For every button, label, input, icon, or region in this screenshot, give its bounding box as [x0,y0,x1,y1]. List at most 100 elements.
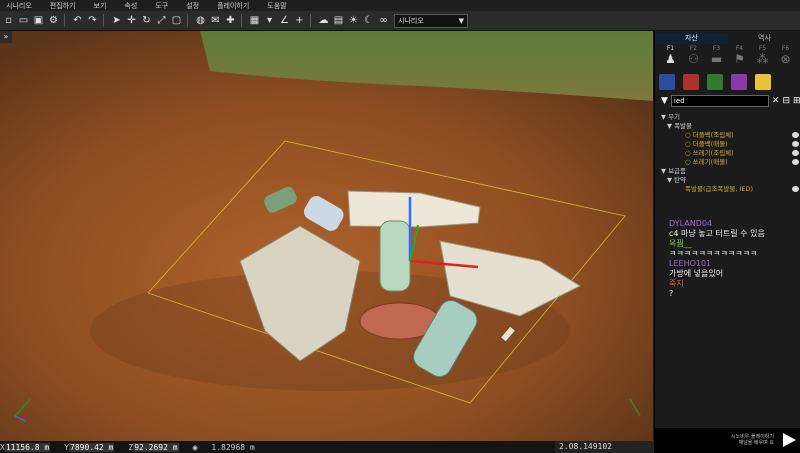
collapse-all-icon[interactable]: ⊟ [782,96,790,106]
toolbar-divider [187,14,188,27]
visibility-eye-icon[interactable] [792,159,799,165]
tree-item[interactable]: ○ 쓰레기(매몰) [655,158,800,167]
terrain-icon[interactable]: ▤ [332,14,345,27]
visibility-eye-icon[interactable] [792,150,799,156]
tree-item-label: ▼ 폭발물 [667,122,693,130]
fkey-label: F2 [689,45,698,52]
brand-banner: 시노비우 플레이하기 채널을 배우며 요 [654,428,800,453]
scene-render [0,31,653,441]
collapse-panel-button[interactable]: » [0,31,12,43]
snap-dropdown-icon[interactable]: ▾ [263,14,276,27]
chevron-down-icon: ▼ [458,16,464,25]
category-f5[interactable]: F5 ⁂ [751,45,774,69]
clear-search-icon[interactable]: ✕ [772,96,780,106]
asset-search-input[interactable] [670,95,769,107]
chat-username: 죽지 [669,279,684,288]
tree-item[interactable]: ○ 더플백(매몰) [655,140,800,149]
visibility-eye-icon[interactable] [792,132,799,138]
expand-all-icon[interactable]: ⊞ [793,96,800,106]
tree-item-label: ○ 더플백(매몰) [685,140,728,148]
play-icon[interactable] [783,433,796,447]
tree-item[interactable]: ▼ 탄약 [655,176,800,185]
tree-item-label: ▼ 무기 [661,113,681,121]
tree-item-label: 폭발물(급조폭발물, IED) [685,185,754,193]
globe-icon[interactable]: ◍ [194,14,207,27]
undo-icon[interactable]: ↶ [71,14,84,27]
side-green-swatch[interactable] [707,73,723,90]
scenario-dropdown[interactable]: 시나리오 ▼ [394,13,468,28]
panel-tabs: 자산 역사 [655,33,800,44]
menu-edit[interactable]: 편집하기 [50,1,76,11]
menu-play[interactable]: 플레이하기 [217,1,249,11]
visibility-eye-icon[interactable] [792,186,799,192]
visibility-eye-icon[interactable] [792,141,799,147]
move-icon[interactable]: ✛ [125,14,138,27]
scene-viewport[interactable] [0,31,653,441]
select-icon[interactable]: ➤ [110,14,123,27]
menu-scenario[interactable]: 시나리오 [6,1,32,11]
tab-assets[interactable]: 자산 [655,33,728,44]
angle-icon[interactable]: ∠ [278,14,291,27]
plus-icon[interactable]: + [293,14,306,27]
chat-username: 옥꿤__ [669,239,692,248]
toolbar-divider [310,14,311,27]
tree-item[interactable]: ○ 쓰레기(조립체) [655,149,800,158]
toolbar-divider [241,14,242,27]
scale-icon[interactable]: ⤢ [155,14,168,27]
fkey-label: F1 [666,45,675,52]
distance-readout: 1.82968 m [211,442,255,452]
chat-message: c4 마냥 놓고 터트릴 수 있음 [669,229,765,238]
menu-help[interactable]: 도움말 [267,1,286,11]
side-red-swatch[interactable] [683,73,699,90]
rotate-icon[interactable]: ↻ [140,14,153,27]
open-folder-icon[interactable]: ▭ [17,14,30,27]
scenario-dropdown-value: 시나리오 [398,16,424,25]
tab-history[interactable]: 역사 [728,33,800,44]
category-f2[interactable]: F2 ⚇ [682,45,705,69]
chat-overlay: DYLAND04 c4 마냥 놓고 터트릴 수 있음 옥꿤__ ㅋㅋㅋㅋㅋㅋㅋㅋㅋㅋㅋ… [669,219,799,299]
distance-eye-icon: ◉ [192,442,198,452]
settings-icon[interactable]: ⚙ [47,14,60,27]
category-f4[interactable]: F4 ⚑ [728,45,751,69]
side-purple-swatch[interactable] [731,73,747,90]
menu-settings[interactable]: 설정 [186,1,199,11]
side-blue-swatch[interactable] [659,73,675,90]
tree-item[interactable]: ▼ 무기 [655,113,800,122]
sun-icon[interactable]: ☀ [347,14,360,27]
weather-icon[interactable]: ☁ [317,14,330,27]
category-buttons: F1 ♟ F2 ⚇ F3 ▬ F4 ⚑ F5 ⁂ F6 ⊗ [659,45,799,69]
menu-view[interactable]: 보기 [94,1,107,11]
crosshair-icon[interactable]: ✚ [224,14,237,27]
fkey-label: F4 [735,45,744,52]
save-icon[interactable]: ▣ [32,14,45,27]
y-coordinate: Y7890.42 m [64,442,115,452]
new-file-icon[interactable]: ▫ [2,14,15,27]
toolbar-divider [103,14,104,27]
grid-icon[interactable]: ▦ [248,14,261,27]
category-f3[interactable]: F3 ▬ [705,45,728,69]
brand-text: 시노비우 플레이하기 채널을 배우며 요 [731,434,774,446]
menu-tools[interactable]: 도구 [155,1,168,11]
chat-message: 가방에 넣을있어 [669,269,724,278]
chat-username: DYLAND04 [669,219,713,228]
bounding-box-icon[interactable]: ▢ [170,14,183,27]
chat-username: LEEHO101 [669,259,712,268]
fkey-label: F3 [712,45,721,52]
menu-properties[interactable]: 속성 [124,1,137,11]
filter-dropdown-icon[interactable]: ▼ [661,96,668,106]
tree-item-label: ○ 쓰레기(매몰) [685,158,728,166]
mail-icon[interactable]: ✉ [209,14,222,27]
tree-item[interactable]: ▼ 폭발물 [655,122,800,131]
binoculars-icon[interactable]: ∞ [377,14,390,27]
category-f6[interactable]: F6 ⊗ [774,45,797,69]
tree-item-label: ▼ 보급품 [661,167,687,175]
group-icon: ⚇ [688,52,699,66]
tree-item[interactable]: ▼ 보급품 [655,167,800,176]
tree-item[interactable]: 폭발물(급조폭발물, IED) [655,185,800,194]
menu-bar: 시나리오 편집하기 보기 속성 도구 설정 플레이하기 도움말 [0,0,800,11]
tree-item[interactable]: ○ 더플백(조립체) [655,131,800,140]
redo-icon[interactable]: ↷ [86,14,99,27]
category-f1[interactable]: F1 ♟ [659,45,682,69]
night-icon[interactable]: ☾ [362,14,375,27]
side-yellow-swatch[interactable] [755,73,771,90]
